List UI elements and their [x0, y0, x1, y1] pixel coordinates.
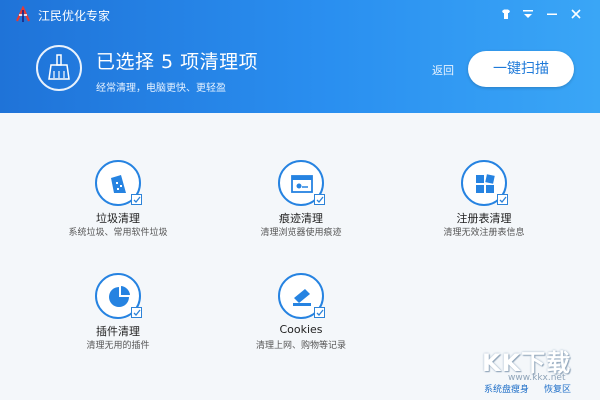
menu-button[interactable] [518, 5, 538, 23]
app-logo-icon [16, 6, 30, 22]
item-label: Cookies [279, 323, 323, 336]
title-bar[interactable]: 江民优化专家 [0, 0, 600, 30]
restore-area-link[interactable]: 恢复区 [544, 382, 571, 395]
item-desc: 清理上网、购物等记录 [255, 341, 346, 351]
checkmark-icon [316, 309, 324, 316]
app-title: 江民优化专家 [38, 9, 111, 23]
item-cookies-clean[interactable]: Cookies 清理上网、购物等记录 [221, 273, 381, 363]
checkmark-icon [133, 309, 141, 316]
item-label: 垃圾清理 [96, 212, 140, 225]
plugin-clean-checkbox[interactable] [131, 307, 142, 318]
checkmark-icon [133, 196, 141, 203]
item-trace-clean[interactable]: 痕迹清理 清理浏览器使用痕迹 [221, 160, 381, 250]
header-banner: 江民优化专家 已选择 5 项清理项 经常清理，电脑更快、更轻盈 返回 一键扫描 [0, 0, 600, 113]
skin-icon [502, 9, 510, 19]
minimize-button[interactable] [542, 5, 562, 23]
minimize-icon [547, 13, 557, 15]
item-junk-clean[interactable]: 垃圾清理 系统垃圾、常用软件垃圾 [38, 160, 198, 250]
item-plugin-clean[interactable]: 插件清理 清理无用的插件 [38, 273, 198, 363]
checkmark-icon [499, 196, 507, 203]
item-registry-clean[interactable]: 注册表清理 清理无效注册表信息 [404, 160, 564, 250]
broom-icon [36, 45, 82, 91]
skin-button[interactable] [496, 5, 516, 23]
close-icon [571, 9, 581, 19]
system-disk-slim-link[interactable]: 系统盘瘦身 [484, 382, 529, 395]
menu-icon [523, 10, 533, 18]
one-click-scan-button[interactable]: 一键扫描 [468, 51, 574, 87]
back-link[interactable]: 返回 [432, 62, 454, 78]
app-window: 江民优化专家 已选择 5 项清理项 经常清理，电脑更快、更轻盈 返回 一键扫描 … [0, 0, 600, 400]
registry-clean-checkbox[interactable] [497, 194, 508, 205]
junk-clean-checkbox[interactable] [131, 194, 142, 205]
close-button[interactable] [566, 5, 586, 23]
checkmark-icon [316, 196, 324, 203]
item-label: 插件清理 [96, 325, 140, 338]
item-desc: 清理浏览器使用痕迹 [260, 228, 342, 238]
trace-clean-checkbox[interactable] [314, 194, 325, 205]
selection-subtitle: 经常清理，电脑更快、更轻盈 [96, 83, 226, 94]
item-desc: 清理无用的插件 [86, 341, 150, 351]
item-label: 痕迹清理 [279, 212, 323, 225]
selection-title: 已选择 5 项清理项 [96, 51, 259, 73]
cookies-clean-checkbox[interactable] [314, 307, 325, 318]
item-label: 注册表清理 [456, 212, 512, 225]
item-desc: 系统垃圾、常用软件垃圾 [68, 228, 168, 238]
item-desc: 清理无效注册表信息 [443, 228, 525, 238]
